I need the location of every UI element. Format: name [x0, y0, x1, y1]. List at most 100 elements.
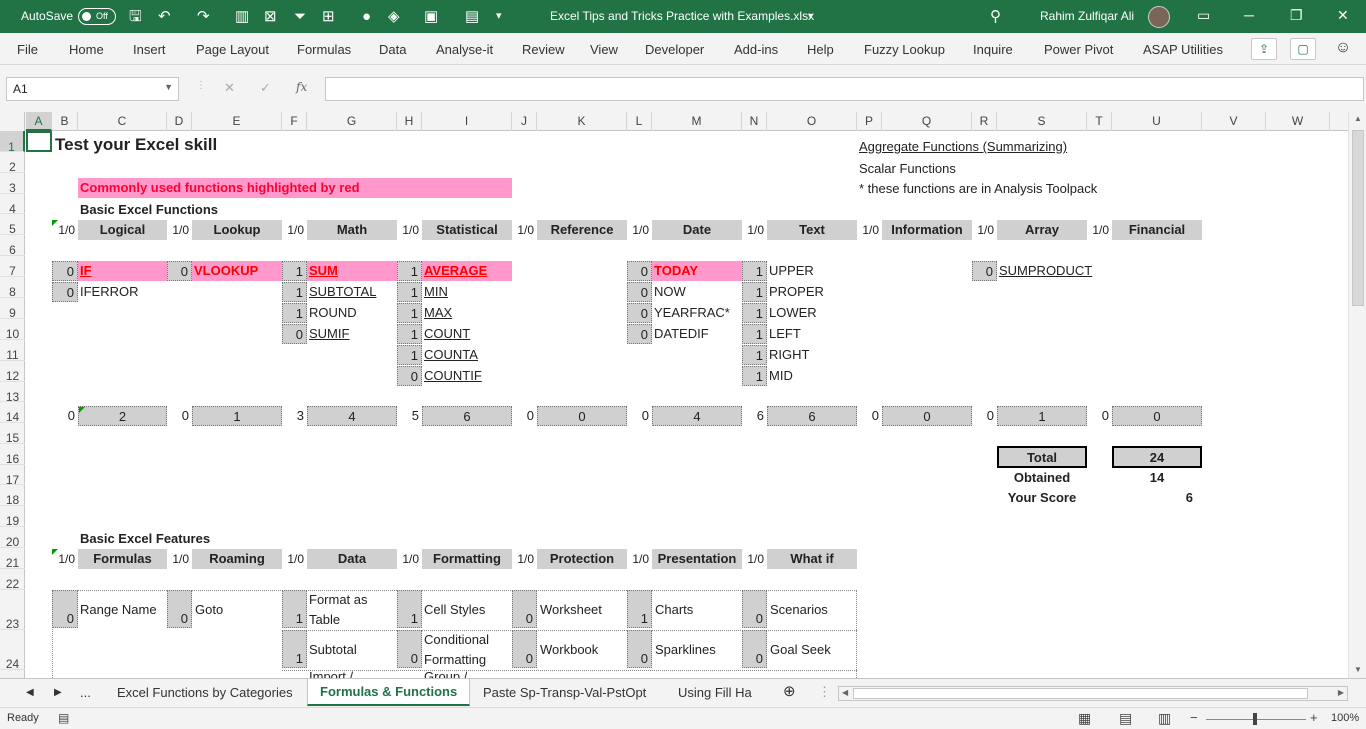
function-upper[interactable]: UPPER — [769, 261, 814, 281]
column-header[interactable]: N — [742, 112, 767, 131]
share-icon[interactable]: ⇪ — [1251, 38, 1277, 60]
tab-analyse-it[interactable]: Analyse-it — [436, 42, 493, 57]
active-cell-cursor[interactable] — [26, 131, 52, 152]
row-header[interactable]: 2 — [0, 152, 25, 174]
row-header[interactable]: 24 — [0, 630, 25, 671]
formula-input[interactable] — [325, 77, 1364, 101]
column-header[interactable]: S — [997, 112, 1087, 131]
column-header[interactable]: Q — [882, 112, 972, 131]
function-average[interactable]: AVERAGE — [422, 261, 512, 281]
tab-review[interactable]: Review — [522, 42, 565, 57]
highlight-note[interactable]: Commonly used functions highlighted by r… — [78, 178, 512, 198]
category-total-cell[interactable]: 0 — [882, 406, 972, 426]
column-header[interactable]: W — [1266, 112, 1330, 131]
sheet-title[interactable]: Test your Excel skill — [55, 135, 217, 155]
row-header[interactable]: 3 — [0, 173, 25, 195]
score-cell[interactable]: 0 — [167, 590, 192, 628]
feature-what-if[interactable]: What if — [767, 549, 857, 569]
category-text[interactable]: Text — [767, 220, 857, 240]
column-header[interactable]: H — [397, 112, 422, 131]
score-cell[interactable]: 0 — [627, 282, 652, 302]
section-basic-functions[interactable]: Basic Excel Functions — [80, 200, 218, 220]
function-lower[interactable]: LOWER — [769, 303, 817, 323]
tab-file[interactable]: File — [17, 42, 38, 57]
zoom-slider-knob[interactable] — [1253, 713, 1257, 725]
score-cell[interactable]: 0 — [512, 590, 537, 628]
column-header[interactable]: C — [78, 112, 167, 131]
tab-developer[interactable]: Developer — [645, 42, 704, 57]
feature-group[interactable]: Group / — [424, 670, 467, 678]
feature-presentation[interactable]: Presentation — [652, 549, 742, 569]
function-today[interactable]: TODAY — [652, 261, 742, 281]
row-header[interactable]: 18 — [0, 485, 25, 507]
ratio-cell[interactable]: 1/0 — [167, 220, 192, 240]
score-cell[interactable]: 0 — [627, 630, 652, 668]
score-cell[interactable]: 0 — [167, 261, 192, 281]
column-header[interactable]: D — [167, 112, 192, 131]
score-cell[interactable]: 1 — [282, 282, 307, 302]
row-header[interactable]: 4 — [0, 194, 25, 216]
tab-help[interactable]: Help — [807, 42, 834, 57]
column-header[interactable]: U — [1112, 112, 1202, 131]
feature-formatting[interactable]: Formatting — [422, 549, 512, 569]
column-header[interactable]: R — [972, 112, 997, 131]
row-header[interactable]: 8 — [0, 277, 25, 299]
score-cell[interactable]: 0 — [627, 261, 652, 281]
column-header[interactable]: E — [192, 112, 282, 131]
row-header[interactable]: 23 — [0, 590, 25, 631]
column-header[interactable]: J — [512, 112, 537, 131]
function-count[interactable]: COUNT — [424, 324, 470, 344]
score-cell[interactable]: 1 — [397, 324, 422, 344]
zoom-level[interactable]: 100% — [1331, 712, 1359, 724]
score-cell[interactable]: 1 — [397, 345, 422, 365]
remove-duplicates-icon[interactable]: ⊠ — [264, 8, 277, 25]
ratio-cell[interactable]: 1/0 — [397, 220, 422, 240]
function-now[interactable]: NOW — [654, 282, 686, 302]
legend-toolpack[interactable]: * these functions are in Analysis Toolpa… — [859, 179, 1097, 199]
row-header[interactable]: 10 — [0, 319, 25, 341]
scroll-down-icon[interactable]: ▼ — [1354, 665, 1362, 674]
column-header[interactable]: F — [282, 112, 307, 131]
vertical-scroll-thumb[interactable] — [1352, 130, 1364, 306]
close-icon[interactable]: ✕ — [1337, 7, 1349, 24]
enter-icon[interactable]: ✓ — [260, 80, 271, 96]
category-total-cell[interactable]: 0 — [537, 406, 627, 426]
function-sum[interactable]: SUM — [307, 261, 397, 281]
ratio-cell[interactable]: 1/0 — [742, 220, 767, 240]
ratio-cell[interactable]: 1/0 — [282, 220, 307, 240]
score-cell[interactable]: 1 — [397, 282, 422, 302]
score-cell[interactable]: 1 — [742, 303, 767, 323]
feature-format-as-table[interactable]: Format as Table — [309, 590, 397, 630]
category-total-cell[interactable]: 4 — [307, 406, 397, 426]
column-header[interactable]: O — [767, 112, 857, 131]
feature-protection[interactable]: Protection — [537, 549, 627, 569]
row-header[interactable]: 5 — [0, 214, 25, 236]
select-all-corner[interactable] — [0, 112, 25, 131]
obtained-cell[interactable]: 0 — [1087, 406, 1112, 426]
score-cell[interactable]: 0 — [52, 282, 78, 302]
user-name[interactable]: Rahim Zulfiqar Ali — [1040, 9, 1134, 23]
score-cell[interactable]: 0 — [397, 366, 422, 386]
feature-goal-seek[interactable]: Goal Seek — [770, 640, 831, 660]
category-total-cell[interactable]: 6 — [767, 406, 857, 426]
function-left[interactable]: LEFT — [769, 324, 801, 344]
sheet-tab-formulas-functions[interactable]: Formulas & Functions — [307, 679, 471, 706]
feature-range-name[interactable]: Range Name — [80, 600, 157, 620]
row-header[interactable]: 16 — [0, 444, 25, 466]
tab-add-ins[interactable]: Add-ins — [734, 42, 778, 57]
score-cell[interactable]: 0 — [742, 590, 767, 628]
total-value[interactable]: 24 — [1112, 446, 1202, 468]
add-sheet-icon[interactable]: ⊕ — [783, 682, 796, 700]
column-header[interactable]: B — [52, 112, 78, 131]
score-label[interactable]: Your Score — [997, 488, 1087, 508]
score-cell[interactable]: 1 — [742, 324, 767, 344]
category-math[interactable]: Math — [307, 220, 397, 240]
ratio-cell[interactable]: 1/0 — [282, 549, 307, 569]
ratio-cell[interactable]: 1/0 — [167, 549, 192, 569]
feature-workbook[interactable]: Workbook — [540, 640, 598, 660]
category-information[interactable]: Information — [882, 220, 972, 240]
row-header[interactable]: 15 — [0, 423, 25, 445]
prev-sheet-icon[interactable]: ◀ — [26, 687, 34, 698]
category-lookup[interactable]: Lookup — [192, 220, 282, 240]
tab-page-layout[interactable]: Page Layout — [196, 42, 269, 57]
